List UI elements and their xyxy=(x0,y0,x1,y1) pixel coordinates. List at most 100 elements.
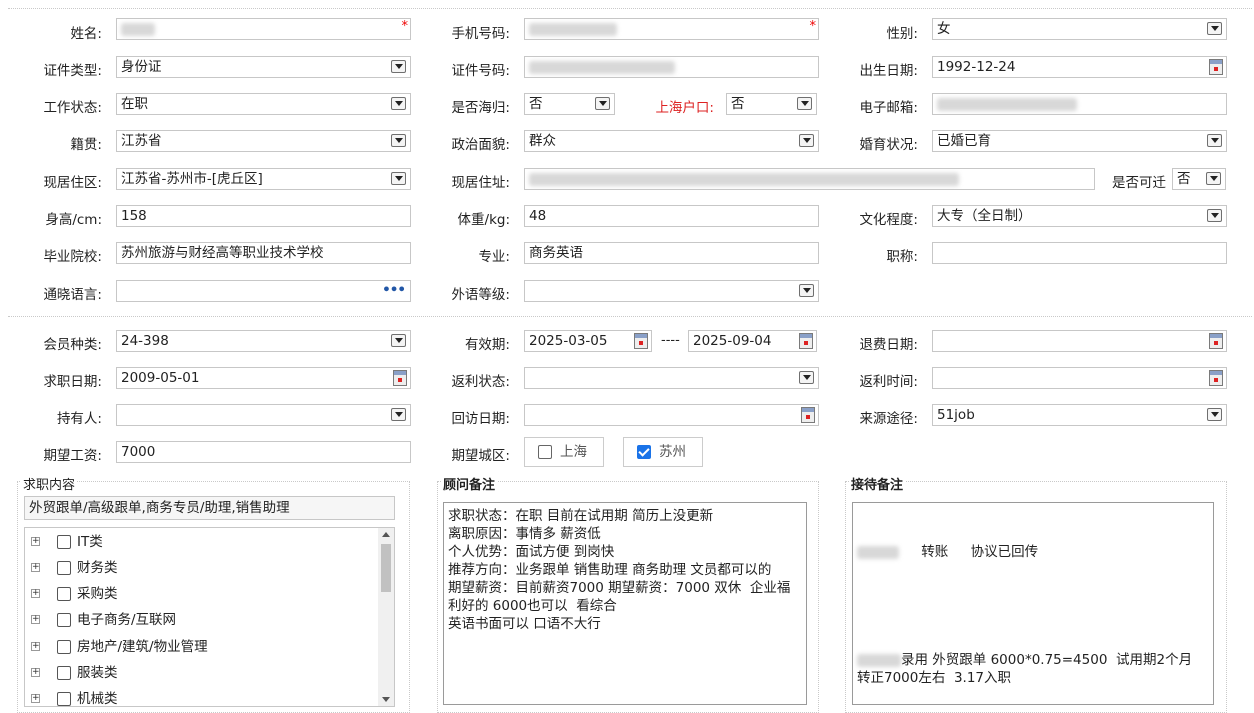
job-category-tree[interactable]: + IT类 + 财务类 + 采购类 + 电子商务/互联网 + 房地产/建筑/物业… xyxy=(24,527,395,707)
expand-icon[interactable]: + xyxy=(31,589,40,598)
chevron-down-icon[interactable] xyxy=(391,134,406,147)
height-field[interactable]: 158 xyxy=(116,205,411,227)
chevron-down-icon[interactable] xyxy=(1206,172,1221,185)
city-suzhou-checkbox[interactable]: 苏州 xyxy=(623,437,703,467)
calendar-icon[interactable] xyxy=(801,407,815,423)
checkbox-icon[interactable] xyxy=(57,587,71,601)
valid-from-field[interactable]: 2025-03-05 xyxy=(524,330,652,352)
tree-item[interactable]: + IT类 xyxy=(25,531,379,553)
chevron-down-icon[interactable] xyxy=(1207,22,1222,35)
address-field[interactable] xyxy=(524,168,1095,190)
calendar-icon[interactable] xyxy=(1209,59,1223,75)
chevron-down-icon[interactable] xyxy=(1207,209,1222,222)
gender-select[interactable]: 女 xyxy=(932,18,1227,40)
expand-icon[interactable]: + xyxy=(31,615,40,624)
tree-item[interactable]: + 房地产/建筑/物业管理 xyxy=(25,636,379,658)
reception-notes-textarea[interactable]: 转账 协议已回传 录用 外贸跟单 6000*0.75=4500 试用期2个月 转… xyxy=(852,502,1214,705)
chevron-down-icon[interactable] xyxy=(1207,408,1222,421)
jobdate-field[interactable]: 2009-05-01 xyxy=(116,367,411,389)
calendar-icon[interactable] xyxy=(799,333,813,349)
shanghai-hukou-select[interactable]: 否 xyxy=(726,93,817,115)
political-select[interactable]: 群众 xyxy=(524,130,819,152)
calendar-icon[interactable] xyxy=(634,333,648,349)
native-select[interactable]: 江苏省 xyxy=(116,130,411,152)
valid-to-field[interactable]: 2025-09-04 xyxy=(688,330,817,352)
scroll-up-icon[interactable] xyxy=(382,532,390,537)
workstatus-select[interactable]: 在职 xyxy=(116,93,411,115)
job-content-summary[interactable]: 外贸跟单/高级跟单,商务专员/助理,销售助理 xyxy=(24,496,395,520)
checkbox-icon[interactable] xyxy=(538,445,552,459)
overseas-select[interactable]: 否 xyxy=(524,93,615,115)
calendar-icon[interactable] xyxy=(1209,370,1223,386)
checkbox-icon[interactable] xyxy=(57,640,71,654)
checkbox-icon[interactable] xyxy=(57,613,71,627)
expand-icon[interactable]: + xyxy=(31,694,40,703)
member-type-select[interactable]: 24-398 xyxy=(116,330,411,352)
region-select[interactable]: 江苏省-苏州市-[虎丘区] xyxy=(116,168,411,190)
scroll-thumb[interactable] xyxy=(381,544,391,592)
checkbox-icon[interactable] xyxy=(57,692,71,706)
idno-field[interactable] xyxy=(524,56,819,78)
calendar-icon[interactable] xyxy=(393,370,407,386)
email-label: 电子邮箱: xyxy=(859,100,918,116)
chevron-down-icon[interactable] xyxy=(799,134,814,147)
source-label: 来源途径: xyxy=(859,411,918,427)
langlevel-select[interactable] xyxy=(524,280,819,302)
political-value: 群众 xyxy=(529,133,556,149)
chevron-down-icon[interactable] xyxy=(391,334,406,347)
refund-date-field[interactable] xyxy=(932,330,1227,352)
phone-field[interactable]: * xyxy=(524,18,819,40)
title-field[interactable] xyxy=(932,242,1227,264)
source-select[interactable]: 51job xyxy=(932,404,1227,426)
education-select[interactable]: 大专（全日制） xyxy=(932,205,1227,227)
checkbox-icon[interactable] xyxy=(57,666,71,680)
tree-item[interactable]: + 电子商务/互联网 xyxy=(25,609,379,631)
idtype-select[interactable]: 身份证 xyxy=(116,56,411,78)
city-name: 苏州 xyxy=(659,444,686,460)
scroll-down-icon[interactable] xyxy=(382,697,390,702)
chevron-down-icon[interactable] xyxy=(391,172,406,185)
tree-scrollbar[interactable] xyxy=(378,528,394,706)
tree-item[interactable]: + 财务类 xyxy=(25,557,379,579)
chevron-down-icon[interactable] xyxy=(797,97,812,110)
calendar-icon[interactable] xyxy=(1209,333,1223,349)
reception-redacted xyxy=(857,545,899,559)
birth-date-field[interactable]: 1992-12-24 xyxy=(932,56,1227,78)
section-divider xyxy=(8,316,1252,317)
rebate-time-field[interactable] xyxy=(932,367,1227,389)
marital-select[interactable]: 已婚已育 xyxy=(932,130,1227,152)
advisor-notes-textarea[interactable]: 求职状态：在职 目前在试用期 简历上没更新 离职原因：事情多 薪资低 个人优势：… xyxy=(443,502,807,705)
rebate-status-select[interactable] xyxy=(524,367,819,389)
chevron-down-icon[interactable] xyxy=(391,97,406,110)
tree-item[interactable]: + 机械类 xyxy=(25,688,379,706)
name-field[interactable]: * xyxy=(116,18,411,40)
chevron-down-icon[interactable] xyxy=(391,408,406,421)
tree-item[interactable]: + 采购类 xyxy=(25,583,379,605)
city-shanghai-checkbox[interactable]: 上海 xyxy=(524,437,604,467)
checkbox-icon[interactable] xyxy=(57,535,71,549)
source-value: 51job xyxy=(937,407,975,423)
checkbox-checked-icon[interactable] xyxy=(637,445,651,459)
checkbox-icon[interactable] xyxy=(57,561,71,575)
chevron-down-icon[interactable] xyxy=(595,97,610,110)
languages-field[interactable]: ••• xyxy=(116,280,411,302)
school-field[interactable]: 苏州旅游与财经高等职业技术学校 xyxy=(116,242,411,264)
chevron-down-icon[interactable] xyxy=(799,371,814,384)
chevron-down-icon[interactable] xyxy=(1207,134,1222,147)
expand-icon[interactable]: + xyxy=(31,668,40,677)
expand-icon[interactable]: + xyxy=(31,642,40,651)
salary-field[interactable]: 7000 xyxy=(116,441,411,463)
major-field[interactable]: 商务英语 xyxy=(524,242,819,264)
chevron-down-icon[interactable] xyxy=(391,60,406,73)
more-options-icon[interactable]: ••• xyxy=(382,281,406,300)
address-redacted xyxy=(529,172,959,186)
tree-item[interactable]: + 服装类 xyxy=(25,662,379,684)
expand-icon[interactable]: + xyxy=(31,537,40,546)
relocate-select[interactable]: 否 xyxy=(1172,168,1226,190)
expand-icon[interactable]: + xyxy=(31,563,40,572)
chevron-down-icon[interactable] xyxy=(799,284,814,297)
email-field[interactable] xyxy=(932,93,1227,115)
visit-date-field[interactable] xyxy=(524,404,819,426)
holder-select[interactable] xyxy=(116,404,411,426)
weight-field[interactable]: 48 xyxy=(524,205,819,227)
